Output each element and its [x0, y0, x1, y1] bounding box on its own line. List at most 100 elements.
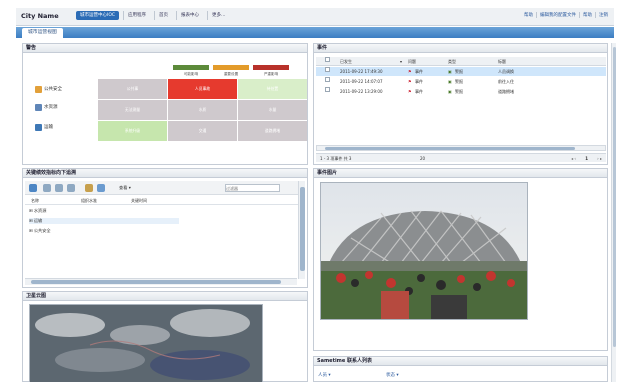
- alarm-cell[interactable]: 待处置: [238, 79, 307, 99]
- alarm-row-transport[interactable]: 运输: [35, 121, 53, 133]
- col-type[interactable]: 类型: [448, 57, 456, 66]
- event-pager: 1 - 3 项事件 共 3 20 ◂ ‹ 1 › ▸: [316, 153, 606, 162]
- kpi-toolbar: 查看 ▾: [25, 181, 300, 195]
- col-issue[interactable]: 问题: [408, 57, 416, 66]
- alert-icon: ▣: [448, 79, 452, 84]
- col-name[interactable]: 名称: [31, 198, 39, 204]
- link-help-2[interactable]: 帮助: [579, 12, 592, 18]
- refresh-icon[interactable]: [29, 184, 37, 192]
- event-photo-panel: 事件图片: [313, 168, 608, 351]
- kpi-hscroll-thumb[interactable]: [31, 280, 281, 284]
- event-photo: [320, 182, 528, 320]
- alarm-cell[interactable]: 水量: [238, 100, 307, 120]
- select-all-checkbox[interactable]: [325, 57, 330, 62]
- top-bar: City Name 城市运营中心IOC 应用程序 首页 报表中心 更多... 帮…: [16, 8, 614, 26]
- page-scrollbar[interactable]: [611, 43, 616, 382]
- table-row[interactable]: 2011-09-22 13:29:00 ⚑ 事件 ▣ 警报 道路拥堵: [316, 87, 606, 96]
- table-row[interactable]: 2011-09-22 14:07:07 ⚑ 事件 ▣ 警报 前往入住: [316, 77, 606, 86]
- pager-prev-icon[interactable]: ◂ ‹: [571, 154, 576, 163]
- event-panel-title: 事件: [314, 44, 607, 53]
- satellite-panel: 卫星云图: [22, 291, 308, 382]
- sort-down-icon[interactable]: ▾: [400, 57, 402, 66]
- alarm-panel-title: 警告: [23, 44, 307, 53]
- link-help-1[interactable]: 帮助: [521, 12, 533, 18]
- expand-icon[interactable]: ⊞: [29, 208, 33, 213]
- col-title[interactable]: 标题: [498, 57, 506, 66]
- event-photo-title: 事件图片: [314, 169, 607, 178]
- col-org-level[interactable]: 组织水准: [81, 198, 97, 204]
- nav-more[interactable]: 更多...: [207, 11, 229, 20]
- row-issue: 事件: [415, 69, 423, 74]
- flag-icon: ⚑: [408, 79, 412, 84]
- event-table-header: 已发生 ▾ 问题 类型 标题: [316, 57, 606, 66]
- grid-icon[interactable]: [97, 184, 105, 192]
- nav-reports[interactable]: 报表中心: [176, 11, 203, 20]
- alarm-row-water[interactable]: 水资源: [35, 101, 58, 113]
- tree-item-water[interactable]: ⊞ 水资源: [29, 208, 46, 214]
- flag-icon: ⚑: [408, 89, 412, 94]
- col-key-time[interactable]: 关键时间: [131, 198, 147, 204]
- flag-icon: ⚑: [408, 69, 412, 74]
- view-menu-label: 查看: [119, 185, 128, 190]
- top-links: 帮助 编辑我的配置文件 帮助 注销: [521, 12, 608, 18]
- kpi-panel-title: 关键绩效指标向下追溯: [23, 169, 307, 178]
- pager-page-number[interactable]: 1: [585, 154, 588, 163]
- people-label: 人员: [318, 373, 327, 378]
- expand-icon[interactable]: ⊞: [29, 228, 33, 233]
- city-name: City Name: [21, 12, 59, 20]
- alarm-panel: 警告 可能影响 重要设置 严重影响 公共安全 水资源 运输 公共事 人员事故 待…: [22, 43, 308, 165]
- tab-band: [16, 27, 614, 38]
- expand-icon[interactable]: ⊞: [29, 218, 33, 223]
- alarm-cell[interactable]: 道路拥堵: [238, 121, 307, 141]
- water-icon: [35, 103, 42, 111]
- alarm-cell[interactable]: 人员事故: [168, 79, 237, 99]
- table-row[interactable]: 2011-09-22 17:49:30 ⚑ 事件 ▣ 警报 人员调换: [316, 67, 606, 76]
- alarm-row-public-safety[interactable]: 公共安全: [35, 83, 62, 95]
- row-checkbox[interactable]: [325, 77, 330, 82]
- alarm-cell[interactable]: 系统升级: [98, 121, 167, 141]
- zoom-in-icon[interactable]: [43, 184, 51, 192]
- row-checkbox[interactable]: [325, 87, 330, 92]
- tree-item-public-safety[interactable]: ⊞ 公共安全: [29, 228, 51, 234]
- zoom-out-icon[interactable]: [55, 184, 63, 192]
- alert-icon: ▣: [448, 89, 452, 94]
- nav-home[interactable]: 首页: [154, 11, 172, 20]
- pager-next-icon[interactable]: › ▸: [597, 154, 602, 163]
- filter-input[interactable]: [225, 184, 280, 192]
- tree-item-transport[interactable]: ⊞ 运输: [29, 218, 179, 224]
- nav-applications[interactable]: 应用程序: [123, 11, 150, 20]
- tree-item-label: 运输: [33, 218, 43, 223]
- copy-icon[interactable]: [67, 184, 75, 192]
- alarm-cell[interactable]: 公共事: [98, 79, 167, 99]
- kpi-vscroll-thumb[interactable]: [300, 187, 305, 271]
- row-checkbox[interactable]: [325, 67, 330, 72]
- row-title: 道路拥堵: [498, 89, 514, 94]
- alarm-cell[interactable]: 交通: [168, 121, 237, 141]
- view-menu[interactable]: 查看 ▾: [119, 185, 131, 191]
- alarm-cell[interactable]: 水质: [168, 100, 237, 120]
- col-occurred[interactable]: 已发生: [340, 57, 352, 66]
- link-logout[interactable]: 注销: [595, 12, 608, 18]
- sametime-people-menu[interactable]: 人员 ▾: [318, 372, 331, 378]
- nav-ioc[interactable]: 城市运营中心IOC: [76, 11, 120, 20]
- link-edit-profile[interactable]: 编辑我的配置文件: [536, 12, 576, 18]
- legend-bar-red: [253, 65, 289, 70]
- page-scrollbar-thumb[interactable]: [613, 47, 616, 347]
- kpi-tree-header: 名称 组织水准 关键时间: [25, 197, 300, 205]
- edit-icon[interactable]: [85, 184, 93, 192]
- legend-bar-orange: [213, 65, 249, 70]
- sametime-panel-title: Sametime 联系人列表: [314, 357, 607, 366]
- tab-city-operations[interactable]: 城市运营视图: [22, 28, 63, 38]
- tree-item-label: 水资源: [33, 208, 47, 213]
- legend-bar-green: [173, 65, 209, 70]
- pager-page-size[interactable]: 20: [420, 154, 425, 163]
- row-date: 2011-09-22 17:49:30: [340, 69, 383, 74]
- event-hscroll[interactable]: [316, 145, 606, 151]
- alarm-row-label: 公共安全: [44, 87, 62, 92]
- pager-count: 1 - 3 项事件 共 3: [320, 156, 352, 161]
- kpi-hscroll[interactable]: [25, 278, 297, 285]
- sametime-status-menu[interactable]: 状态 ▾: [386, 372, 399, 378]
- event-hscroll-thumb[interactable]: [325, 147, 575, 150]
- alarm-cell[interactable]: 无法测量: [98, 100, 167, 120]
- kpi-vscroll[interactable]: [298, 181, 305, 279]
